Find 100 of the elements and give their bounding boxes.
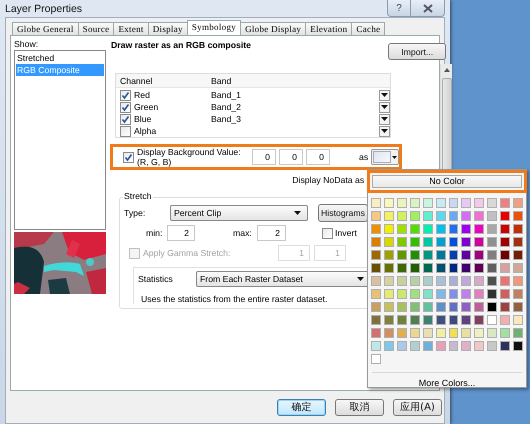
color-swatch[interactable] bbox=[461, 198, 472, 208]
color-swatch[interactable] bbox=[487, 211, 498, 221]
color-swatch[interactable] bbox=[384, 315, 394, 325]
color-swatch[interactable] bbox=[436, 237, 446, 247]
color-swatch[interactable] bbox=[487, 224, 498, 234]
color-swatch[interactable] bbox=[474, 328, 484, 338]
color-swatch[interactable] bbox=[371, 263, 381, 273]
color-swatch[interactable] bbox=[513, 276, 524, 286]
color-swatch[interactable] bbox=[422, 328, 433, 338]
color-swatch[interactable] bbox=[371, 354, 381, 364]
color-swatch[interactable] bbox=[371, 198, 381, 208]
color-swatch[interactable] bbox=[487, 276, 498, 286]
color-swatch[interactable] bbox=[448, 263, 458, 273]
color-swatch[interactable] bbox=[474, 341, 484, 351]
color-swatch[interactable] bbox=[396, 224, 407, 234]
color-swatch[interactable] bbox=[410, 341, 420, 351]
color-swatch[interactable] bbox=[448, 276, 458, 286]
color-swatch[interactable] bbox=[461, 276, 472, 286]
color-swatch[interactable] bbox=[396, 237, 407, 247]
histograms-button[interactable]: Histograms bbox=[318, 204, 368, 222]
color-swatch[interactable] bbox=[422, 250, 433, 260]
dropdown-button[interactable] bbox=[379, 102, 390, 112]
color-swatch[interactable] bbox=[410, 224, 420, 234]
color-swatch[interactable] bbox=[487, 250, 498, 260]
color-swatch[interactable] bbox=[436, 276, 446, 286]
color-swatch[interactable] bbox=[487, 263, 498, 273]
color-swatch[interactable] bbox=[396, 302, 407, 312]
color-swatch[interactable] bbox=[422, 198, 433, 208]
color-swatch[interactable] bbox=[500, 250, 510, 260]
color-swatch[interactable] bbox=[422, 224, 433, 234]
input-field[interactable]: 0 bbox=[306, 149, 330, 165]
color-swatch[interactable] bbox=[422, 211, 433, 221]
color-swatch[interactable] bbox=[371, 315, 381, 325]
color-swatch[interactable] bbox=[461, 328, 472, 338]
color-swatch[interactable] bbox=[410, 302, 420, 312]
color-swatch[interactable] bbox=[500, 302, 510, 312]
color-swatch[interactable] bbox=[500, 289, 510, 299]
color-swatch[interactable] bbox=[436, 289, 446, 299]
color-swatch[interactable] bbox=[500, 276, 510, 286]
no-color-button[interactable]: No Color bbox=[372, 175, 522, 188]
color-swatch[interactable] bbox=[461, 237, 472, 247]
dropdown-button[interactable] bbox=[379, 114, 390, 124]
dialog-button[interactable]: 确定 bbox=[277, 398, 326, 416]
color-swatch[interactable] bbox=[487, 302, 498, 312]
color-swatch[interactable] bbox=[410, 276, 420, 286]
checkbox[interactable] bbox=[120, 126, 131, 136]
color-swatch[interactable] bbox=[410, 198, 420, 208]
color-swatch[interactable] bbox=[461, 263, 472, 273]
color-swatch[interactable] bbox=[448, 289, 458, 299]
color-swatch[interactable] bbox=[500, 224, 510, 234]
color-swatch[interactable] bbox=[371, 341, 381, 351]
checkbox[interactable] bbox=[120, 102, 131, 112]
tab[interactable]: Symbology bbox=[186, 20, 242, 35]
color-swatch[interactable] bbox=[461, 302, 472, 312]
color-swatch[interactable] bbox=[422, 341, 433, 351]
color-swatch[interactable] bbox=[461, 315, 472, 325]
color-swatch[interactable] bbox=[474, 276, 484, 286]
color-swatch[interactable] bbox=[371, 211, 381, 221]
color-button[interactable] bbox=[371, 149, 400, 165]
color-swatch[interactable] bbox=[500, 328, 510, 338]
color-swatch[interactable] bbox=[436, 341, 446, 351]
color-swatch[interactable] bbox=[384, 198, 394, 208]
color-swatch[interactable] bbox=[384, 276, 394, 286]
dialog-button[interactable]: 取消 bbox=[335, 398, 384, 416]
checkbox[interactable] bbox=[120, 90, 131, 100]
max-field[interactable]: 2 bbox=[257, 225, 286, 241]
color-swatch[interactable] bbox=[500, 263, 510, 273]
input-field[interactable]: 0 bbox=[279, 149, 303, 165]
color-swatch[interactable] bbox=[513, 198, 524, 208]
color-swatch[interactable] bbox=[396, 276, 407, 286]
list-item[interactable]: Stretched bbox=[16, 52, 104, 64]
dialog-button[interactable]: 应用(A) bbox=[393, 398, 442, 416]
color-swatch[interactable] bbox=[396, 198, 407, 208]
color-swatch[interactable] bbox=[474, 302, 484, 312]
color-swatch[interactable] bbox=[461, 341, 472, 351]
color-swatch[interactable] bbox=[410, 315, 420, 325]
color-swatch[interactable] bbox=[461, 211, 472, 221]
color-swatch[interactable] bbox=[396, 328, 407, 338]
color-swatch[interactable] bbox=[396, 211, 407, 221]
color-swatch[interactable] bbox=[500, 237, 510, 247]
color-swatch[interactable] bbox=[448, 302, 458, 312]
color-swatch[interactable] bbox=[500, 198, 510, 208]
color-swatch[interactable] bbox=[384, 328, 394, 338]
help-button[interactable]: ? bbox=[387, 0, 411, 17]
color-swatch[interactable] bbox=[448, 237, 458, 247]
color-swatch[interactable] bbox=[410, 250, 420, 260]
color-swatch[interactable] bbox=[474, 263, 484, 273]
color-swatch[interactable] bbox=[436, 198, 446, 208]
color-swatch[interactable] bbox=[410, 237, 420, 247]
tab[interactable]: Source bbox=[78, 22, 114, 35]
color-swatch[interactable] bbox=[396, 315, 407, 325]
color-swatch[interactable] bbox=[436, 263, 446, 273]
dropdown-button[interactable] bbox=[379, 126, 390, 136]
color-swatch[interactable] bbox=[384, 263, 394, 273]
import-button[interactable]: Import... bbox=[388, 43, 446, 60]
close-button[interactable] bbox=[411, 0, 445, 17]
color-swatch[interactable] bbox=[396, 341, 407, 351]
color-swatch[interactable] bbox=[448, 198, 458, 208]
checkbox[interactable] bbox=[322, 228, 333, 238]
tab[interactable]: Display bbox=[148, 22, 188, 35]
